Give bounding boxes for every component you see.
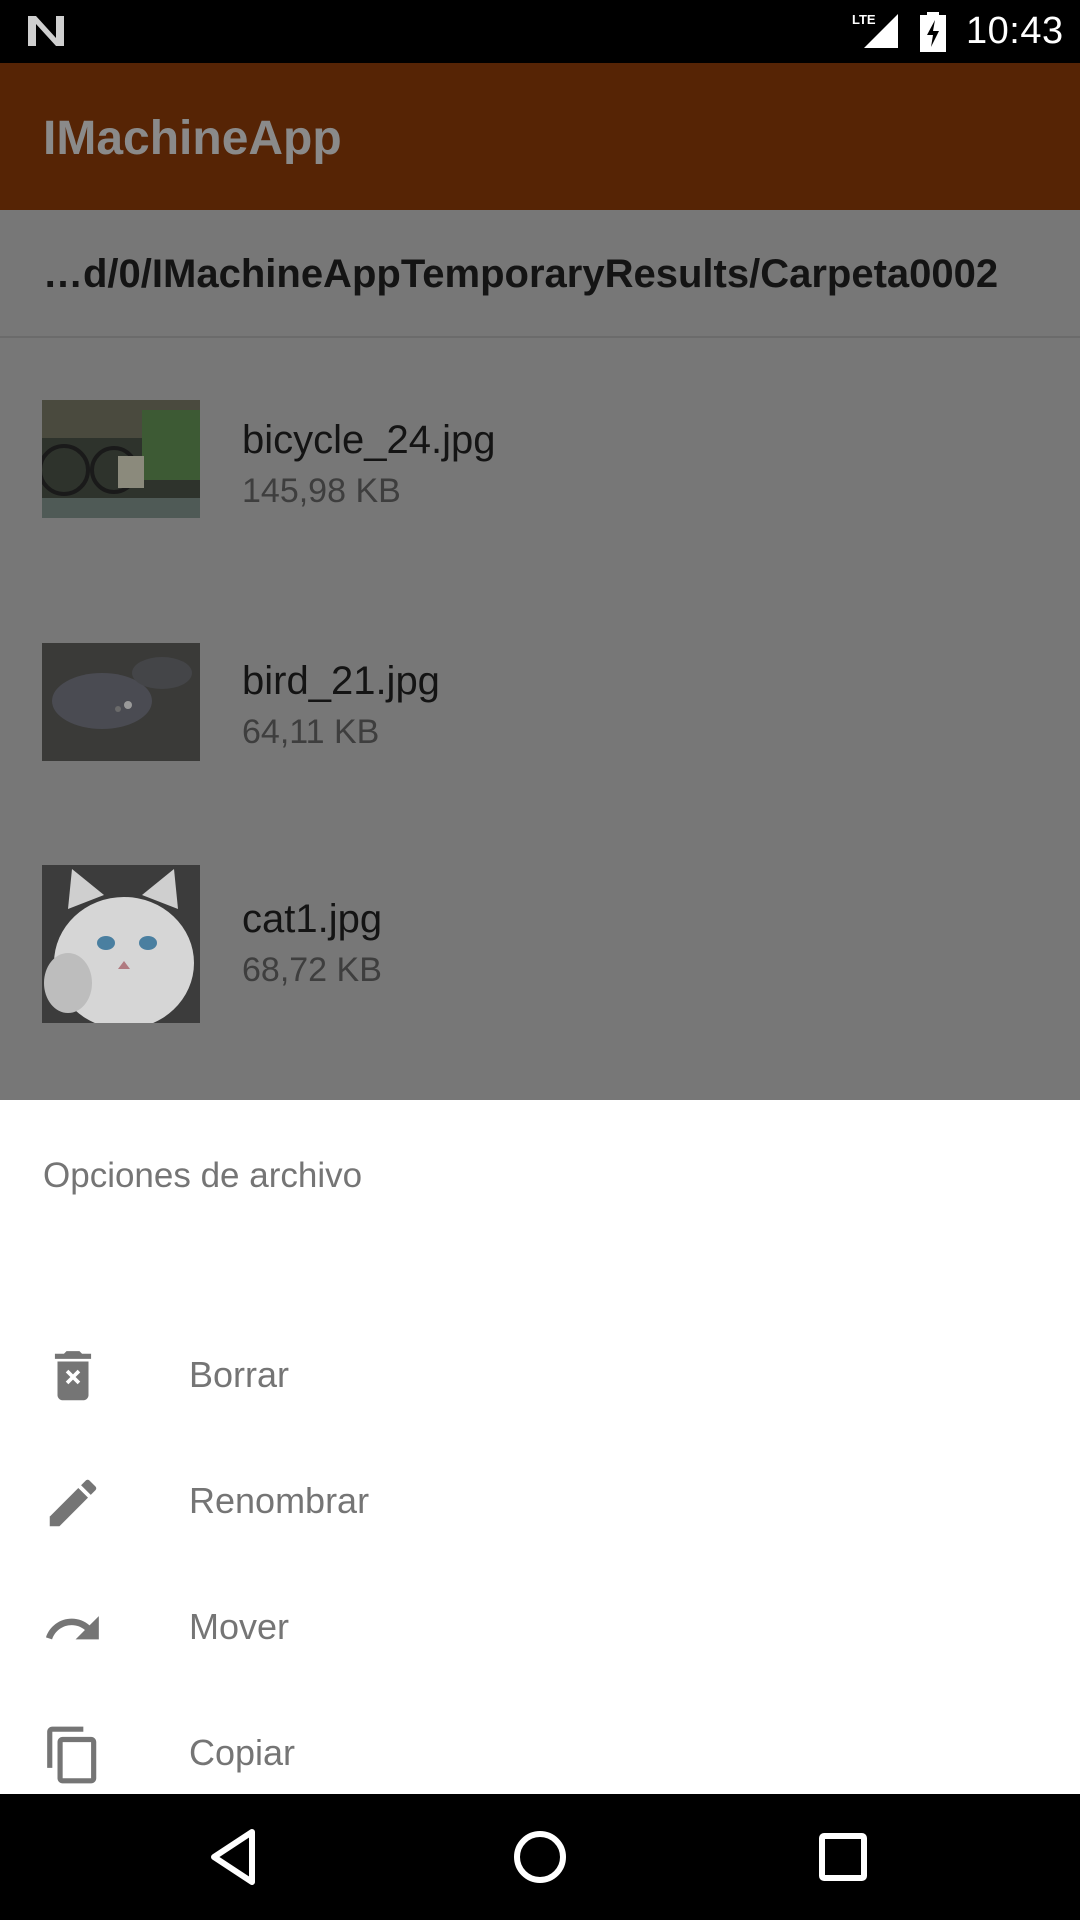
file-item-bicycle[interactable]: bicycle_24.jpg 145,98 KB — [0, 400, 1080, 600]
redo-icon — [45, 1616, 99, 1640]
lte-signal-icon: LTE — [852, 12, 898, 48]
recents-icon[interactable] — [808, 1824, 878, 1890]
copy-icon — [47, 1726, 97, 1784]
status-bar: LTE 10:43 — [0, 0, 1080, 63]
delete-icon — [54, 1351, 92, 1401]
file-item-cat[interactable]: cat1.jpg 68,72 KB — [0, 865, 1080, 1065]
navigation-bar — [0, 1794, 1080, 1920]
battery-charging-icon — [920, 12, 946, 52]
svg-text:LTE: LTE — [852, 12, 876, 27]
option-mover[interactable]: Mover — [0, 1562, 1080, 1688]
app-bar: IMachineApp — [0, 63, 1080, 210]
sheet-title: Opciones de archivo — [43, 1156, 363, 1195]
back-icon[interactable] — [200, 1824, 270, 1890]
file-thumbnail — [42, 643, 200, 761]
option-label: Borrar — [189, 1354, 290, 1395]
file-size: 68,72 KB — [242, 951, 382, 989]
file-size: 145,98 KB — [242, 472, 401, 510]
file-thumbnail — [42, 865, 200, 1023]
edit-icon — [49, 1479, 97, 1527]
file-name: bird_21.jpg — [242, 659, 440, 703]
file-options-sheet: Opciones de archivo Borrar Renombrar Mov… — [0, 1100, 1080, 1794]
file-name: cat1.jpg — [242, 897, 383, 941]
option-label: Mover — [189, 1606, 290, 1647]
file-item-bird[interactable]: bird_21.jpg 64,11 KB — [0, 643, 1080, 843]
notification-n-icon — [28, 16, 64, 46]
option-label: Copiar — [189, 1732, 296, 1773]
breadcrumb: …d/0/IMachineAppTemporaryResults/Carpeta… — [0, 210, 1080, 338]
file-name: bicycle_24.jpg — [242, 418, 496, 462]
file-thumbnail — [42, 400, 200, 518]
path-text: …d/0/IMachineAppTemporaryResults/Carpeta… — [43, 252, 999, 296]
home-icon[interactable] — [505, 1824, 575, 1890]
option-label: Renombrar — [189, 1480, 370, 1521]
option-borrar[interactable]: Borrar — [0, 1310, 1080, 1436]
clock: 10:43 — [966, 10, 1064, 52]
file-size: 64,11 KB — [242, 713, 380, 751]
app-title: IMachineApp — [43, 112, 342, 165]
file-browser: …d/0/IMachineAppTemporaryResults/Carpeta… — [0, 210, 1080, 1100]
option-renombrar[interactable]: Renombrar — [0, 1436, 1080, 1562]
